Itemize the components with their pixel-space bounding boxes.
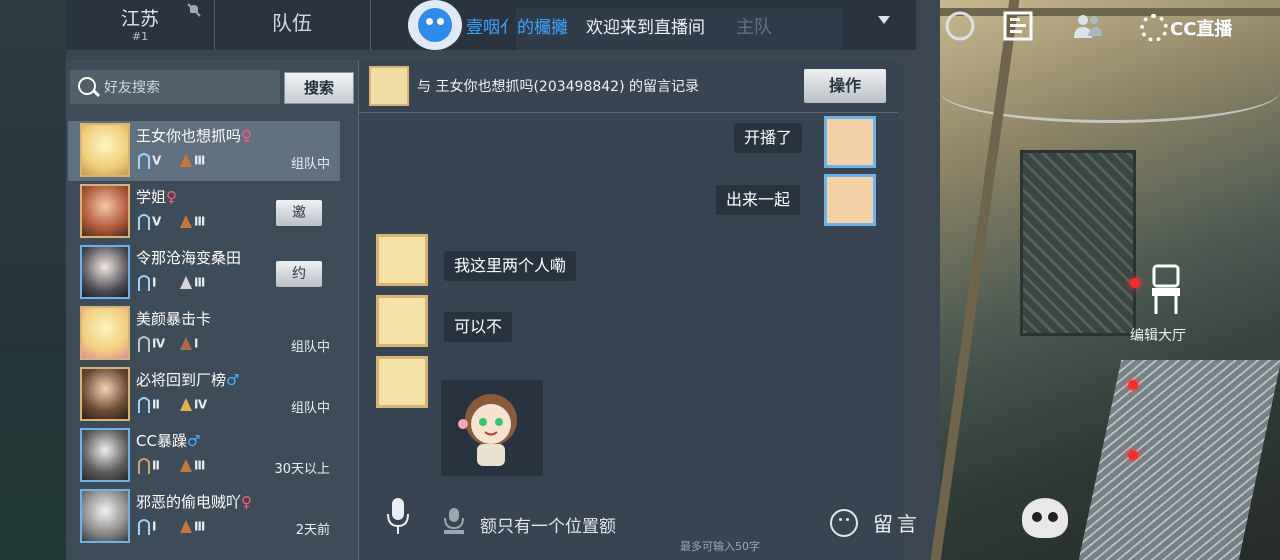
friend-name: 令那沧海变桑田 bbox=[136, 249, 242, 267]
survivor-rank-badge: Ⅰ bbox=[136, 517, 156, 537]
cc-live-logo: CC直播 bbox=[1140, 12, 1232, 44]
friend-status: 组队中 bbox=[290, 340, 330, 355]
hunter-rank-badge: Ⅲ bbox=[178, 273, 205, 293]
id-card-icon[interactable] bbox=[1002, 10, 1034, 42]
edit-hall-label[interactable]: 编辑大厅 bbox=[1130, 325, 1186, 345]
streamer-avatar[interactable] bbox=[408, 0, 462, 50]
voice-text-icon[interactable] bbox=[442, 506, 466, 536]
tab-team[interactable]: 队伍 bbox=[214, 0, 371, 50]
emoji-icon[interactable] bbox=[830, 509, 858, 537]
hunter-rank-badge: Ⅲ bbox=[178, 212, 205, 232]
streamer-name: 壹咽亻的欘攡 bbox=[466, 18, 568, 38]
friend-name: 学姐 bbox=[136, 188, 167, 206]
scene-light bbox=[1128, 380, 1138, 390]
friend-status: 组队中 bbox=[290, 401, 330, 416]
friend-avatar bbox=[80, 184, 130, 238]
chair-icon[interactable] bbox=[1148, 262, 1184, 318]
survivor-rank-badge: Ⅳ bbox=[136, 334, 165, 354]
game-background-left bbox=[0, 0, 66, 560]
hunter-rank-badge: Ⅲ bbox=[178, 517, 205, 537]
friend-name: 王女你也想抓吗 bbox=[136, 127, 242, 145]
my-avatar bbox=[824, 174, 876, 226]
friend-name: CC暴躁 bbox=[136, 432, 187, 450]
circle-menu-icon[interactable] bbox=[944, 10, 976, 42]
friend-status: 组队中 bbox=[290, 157, 330, 172]
survivor-rank-badge: Ⅴ bbox=[136, 212, 161, 232]
scene-light bbox=[1128, 450, 1138, 460]
gender-female-icon: ♀ bbox=[166, 188, 178, 206]
gender-female-icon: ♀ bbox=[241, 127, 253, 145]
my-avatar bbox=[824, 116, 876, 168]
mute-bell-icon[interactable] bbox=[186, 2, 202, 18]
friend-search-box bbox=[70, 70, 280, 104]
message-bubble: 开播了 bbox=[734, 123, 803, 153]
friend-row[interactable]: 学姐♀ Ⅴ Ⅲ 邀 bbox=[68, 182, 340, 242]
friend-row[interactable]: 王女你也想抓吗♀ Ⅴ Ⅲ 组队中 bbox=[68, 121, 340, 181]
chat-title: 与 王女你也想抓吗(203498842) 的留言记录 bbox=[417, 79, 699, 95]
survivor-rank-badge: Ⅱ bbox=[136, 395, 160, 415]
friend-avatar bbox=[80, 489, 130, 543]
survivor-rank-badge: Ⅴ bbox=[136, 151, 161, 171]
message-bubble: 我这里两个人嘞 bbox=[444, 251, 577, 281]
friend-name: 邪恶的偷电贼吖 bbox=[136, 493, 242, 511]
friend-avatar bbox=[80, 306, 130, 360]
welcome-text: 欢迎来到直播间 bbox=[586, 18, 705, 38]
message-input-area bbox=[440, 500, 820, 546]
operate-button[interactable]: 操作 bbox=[804, 69, 886, 103]
invite-button[interactable]: 邀 bbox=[276, 200, 322, 226]
partner-avatar bbox=[376, 295, 428, 347]
region-rank: #1 bbox=[131, 30, 149, 43]
friend-avatar bbox=[80, 367, 130, 421]
scene-light bbox=[1130, 278, 1140, 288]
cc-gear-icon bbox=[1140, 14, 1168, 42]
friend-status: 30天以上 bbox=[274, 462, 330, 477]
friend-row[interactable]: 令那沧海变桑田 Ⅰ Ⅲ 约 bbox=[68, 243, 340, 303]
friend-row[interactable]: 必将回到厂榜♂ Ⅱ Ⅳ 组队中 bbox=[68, 365, 340, 425]
chat-partner-avatar bbox=[369, 66, 409, 106]
friends-icon[interactable] bbox=[1072, 10, 1104, 42]
friend-row[interactable]: 邪恶的偷电贼吖♀ Ⅰ Ⅲ 2天前 bbox=[68, 487, 340, 547]
friend-status: 2天前 bbox=[295, 523, 330, 538]
skull-icon[interactable] bbox=[1022, 498, 1068, 538]
gender-male-icon: ♂ bbox=[186, 432, 201, 450]
game-scene-background bbox=[930, 0, 1280, 560]
message-bubble: 出来一起 bbox=[716, 185, 801, 215]
ghost-tab-label: 主队 bbox=[736, 17, 772, 38]
hunter-rank-badge: Ⅰ bbox=[178, 334, 198, 354]
dropdown-arrow-icon[interactable] bbox=[878, 16, 890, 24]
partner-avatar bbox=[376, 234, 428, 286]
leave-message-button[interactable]: 留言 bbox=[873, 508, 921, 537]
friend-avatar bbox=[80, 428, 130, 482]
friend-row[interactable]: 美颜暴击卡 Ⅳ Ⅰ 组队中 bbox=[68, 304, 340, 364]
chat-panel bbox=[359, 60, 898, 560]
hunter-rank-badge: Ⅲ bbox=[178, 151, 205, 171]
friend-name: 必将回到厂榜 bbox=[136, 371, 227, 389]
gender-female-icon: ♀ bbox=[241, 493, 253, 511]
char-limit-hint: 最多可输入50字 bbox=[680, 540, 760, 553]
message-input[interactable] bbox=[478, 510, 782, 538]
hunter-rank-badge: Ⅳ bbox=[178, 395, 207, 415]
hunter-rank-badge: Ⅲ bbox=[178, 456, 205, 476]
search-button[interactable]: 搜索 bbox=[284, 72, 354, 104]
appointment-button[interactable]: 约 bbox=[276, 261, 322, 287]
partner-avatar bbox=[376, 356, 428, 408]
sticker-girl-icon bbox=[458, 394, 517, 466]
gender-male-icon: ♂ bbox=[226, 371, 240, 389]
message-bubble: 可以不 bbox=[444, 312, 513, 342]
survivor-rank-badge: Ⅱ bbox=[136, 456, 160, 476]
microphone-icon[interactable] bbox=[386, 496, 410, 536]
survivor-rank-badge: Ⅰ bbox=[136, 273, 156, 293]
sticker-message bbox=[441, 380, 543, 476]
friend-avatar bbox=[80, 123, 130, 177]
friend-name: 美颜暴击卡 bbox=[136, 310, 212, 328]
search-icon bbox=[78, 77, 96, 95]
friend-avatar bbox=[80, 245, 130, 299]
friend-row[interactable]: CC暴躁♂ Ⅱ Ⅲ 30天以上 bbox=[68, 426, 340, 486]
friend-search-input[interactable] bbox=[102, 76, 276, 100]
